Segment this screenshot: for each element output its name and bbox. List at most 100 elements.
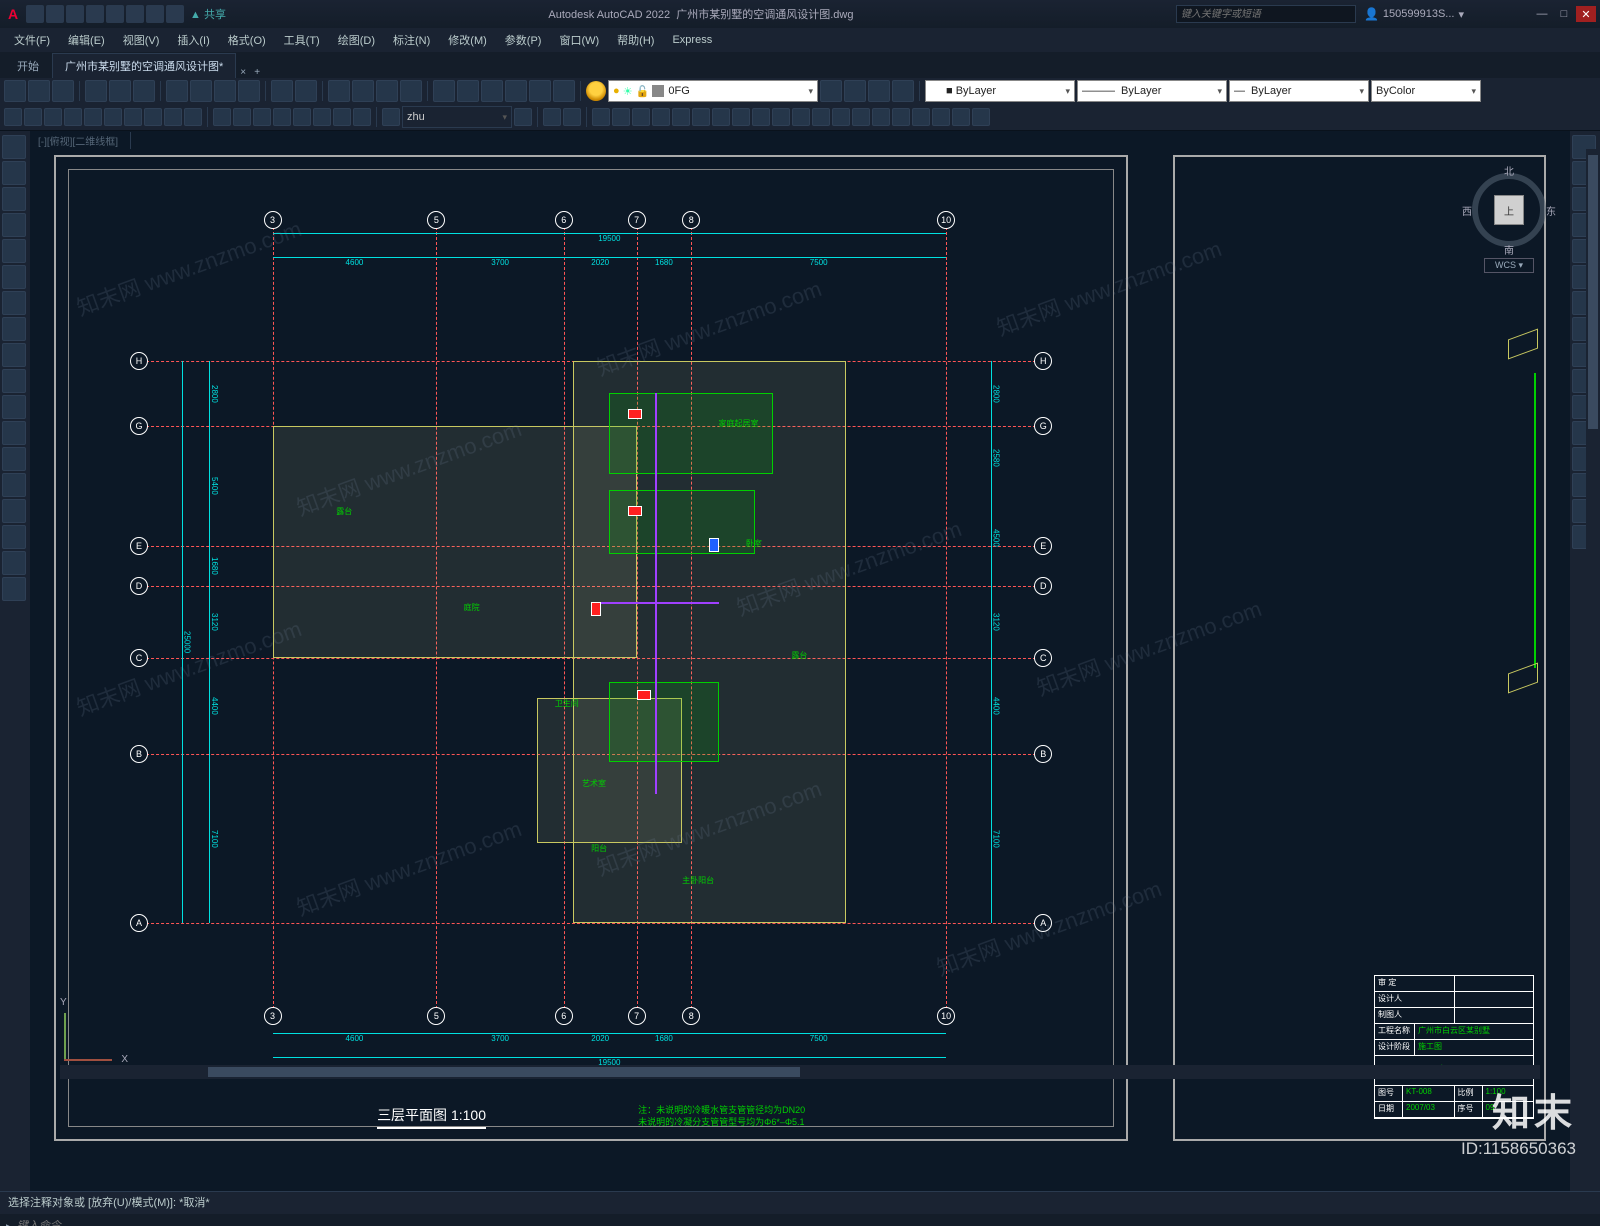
qat-plot-icon[interactable]: [126, 5, 144, 23]
region-icon[interactable]: [2, 447, 26, 471]
dim-quick-icon[interactable]: [144, 108, 162, 126]
rect-icon[interactable]: [2, 239, 26, 263]
menu-tools[interactable]: 工具(T): [276, 30, 328, 50]
circle-icon[interactable]: [2, 187, 26, 211]
dim-break-icon[interactable]: [233, 108, 251, 126]
polygon-icon[interactable]: [2, 265, 26, 289]
dim-ord-icon[interactable]: [64, 108, 82, 126]
cut-icon[interactable]: [166, 80, 188, 102]
qat-new-icon[interactable]: [26, 5, 44, 23]
view-cube[interactable]: 北 南 东 西 上 WCS ▾: [1464, 165, 1554, 255]
tb14-icon[interactable]: [852, 108, 870, 126]
dim-edit-icon[interactable]: [333, 108, 351, 126]
tb3-icon[interactable]: [632, 108, 650, 126]
dim-cont-icon[interactable]: [184, 108, 202, 126]
tb18-icon[interactable]: [932, 108, 950, 126]
paste-icon[interactable]: [214, 80, 236, 102]
match-icon[interactable]: [238, 80, 260, 102]
dim-aligned-icon[interactable]: [24, 108, 42, 126]
ellipse-icon[interactable]: [2, 291, 26, 315]
leader-icon[interactable]: [543, 108, 561, 126]
revcloud-icon[interactable]: [2, 551, 26, 575]
close-button[interactable]: ✕: [1576, 6, 1596, 22]
zoomwin-icon[interactable]: [376, 80, 398, 102]
tb1-icon[interactable]: [592, 108, 610, 126]
point-icon[interactable]: [2, 421, 26, 445]
dim-jog-icon[interactable]: [313, 108, 331, 126]
dim-update-icon[interactable]: [382, 108, 400, 126]
menu-window[interactable]: 窗口(W): [551, 30, 607, 50]
dim-arc-icon[interactable]: [44, 108, 62, 126]
tb11-icon[interactable]: [792, 108, 810, 126]
dc-icon[interactable]: [457, 80, 479, 102]
menu-modify[interactable]: 修改(M): [440, 30, 495, 50]
zoom-icon[interactable]: [352, 80, 374, 102]
scrollbar-horizontal[interactable]: [60, 1065, 1540, 1079]
ucs-icon[interactable]: Y X: [64, 1001, 124, 1061]
tb8-icon[interactable]: [732, 108, 750, 126]
pline-icon[interactable]: [2, 161, 26, 185]
menu-express[interactable]: Express: [664, 32, 720, 48]
tb9-icon[interactable]: [752, 108, 770, 126]
dim-insp-icon[interactable]: [293, 108, 311, 126]
user-account[interactable]: 150599913S... ▾: [1364, 7, 1464, 21]
qat-undo-icon[interactable]: [146, 5, 164, 23]
dim-radius-icon[interactable]: [84, 108, 102, 126]
layer-iso-icon[interactable]: [868, 80, 890, 102]
tp-icon[interactable]: [481, 80, 503, 102]
tb5-icon[interactable]: [672, 108, 690, 126]
dim-style-icon[interactable]: [514, 108, 532, 126]
layer-icon[interactable]: [586, 81, 606, 101]
layer-match-icon[interactable]: [892, 80, 914, 102]
layer-prev-icon[interactable]: [820, 80, 842, 102]
scrollbar-vertical[interactable]: [1586, 149, 1600, 1065]
drawing-canvas[interactable]: [-][俯视][二维线框] 33 55 66 77 88 1010 AA BB …: [30, 131, 1570, 1191]
zoomprev-icon[interactable]: [400, 80, 422, 102]
menu-format[interactable]: 格式(O): [220, 30, 274, 50]
tab-add-icon[interactable]: +: [250, 67, 264, 78]
dim-linear-icon[interactable]: [4, 108, 22, 126]
layer-dropdown[interactable]: ● ☀ 🔓 0FG: [608, 80, 818, 102]
qat-saveas-icon[interactable]: [86, 5, 104, 23]
tb4-icon[interactable]: [652, 108, 670, 126]
block-icon[interactable]: [2, 395, 26, 419]
tb7-icon[interactable]: [712, 108, 730, 126]
layer-state-icon[interactable]: [844, 80, 866, 102]
pan-icon[interactable]: [328, 80, 350, 102]
wcs-dropdown[interactable]: WCS ▾: [1484, 258, 1534, 273]
menu-insert[interactable]: 插入(I): [169, 30, 217, 50]
menu-view[interactable]: 视图(V): [115, 30, 168, 50]
redo2-icon[interactable]: [295, 80, 317, 102]
menu-draw[interactable]: 绘图(D): [330, 30, 383, 50]
publish-icon[interactable]: [133, 80, 155, 102]
tab-drawing[interactable]: 广州市某别墅的空调通风设计图*: [52, 53, 236, 78]
qat-save-icon[interactable]: [66, 5, 84, 23]
view-controls[interactable]: [-][俯视][二维线框]: [30, 132, 131, 149]
ssm-icon[interactable]: [505, 80, 527, 102]
minimize-button[interactable]: —: [1532, 6, 1552, 22]
menu-edit[interactable]: 编辑(E): [60, 30, 113, 50]
text-icon[interactable]: [2, 577, 26, 601]
undo2-icon[interactable]: [271, 80, 293, 102]
menu-help[interactable]: 帮助(H): [609, 30, 662, 50]
tb6-icon[interactable]: [692, 108, 710, 126]
menu-dimension[interactable]: 标注(N): [385, 30, 438, 50]
hatch-icon[interactable]: [2, 343, 26, 367]
tb19-icon[interactable]: [952, 108, 970, 126]
qat-web-icon[interactable]: [106, 5, 124, 23]
line-icon[interactable]: [2, 135, 26, 159]
props-icon[interactable]: [433, 80, 455, 102]
dim-center-icon[interactable]: [273, 108, 291, 126]
dim-base-icon[interactable]: [164, 108, 182, 126]
copy-icon[interactable]: [190, 80, 212, 102]
linetype-dropdown[interactable]: ———ByLayer: [1077, 80, 1227, 102]
open-icon[interactable]: [28, 80, 50, 102]
save-icon[interactable]: [52, 80, 74, 102]
tb20-icon[interactable]: [972, 108, 990, 126]
tab-close-icon[interactable]: ×: [236, 67, 250, 78]
tb10-icon[interactable]: [772, 108, 790, 126]
tb12-icon[interactable]: [812, 108, 830, 126]
dim-tol-icon[interactable]: [253, 108, 271, 126]
gradient-icon[interactable]: [2, 525, 26, 549]
mtext-icon[interactable]: [2, 499, 26, 523]
